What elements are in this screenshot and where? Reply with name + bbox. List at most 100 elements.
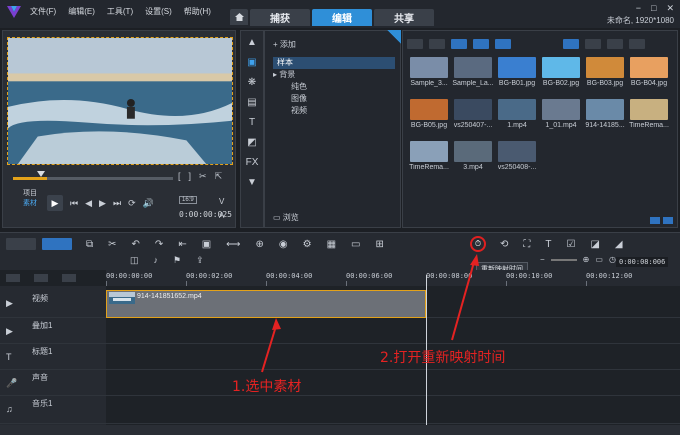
thumb-size-slider[interactable] <box>629 39 645 49</box>
maximize-icon[interactable]: □ <box>651 3 656 14</box>
transition-icon[interactable]: ❋ <box>248 77 256 88</box>
color-icon[interactable]: ◢ <box>615 239 623 250</box>
subtitle-icon[interactable]: ▭ <box>351 239 360 250</box>
library-expand-icon[interactable] <box>663 217 673 224</box>
home-frame-icon[interactable]: ⏮ <box>70 198 78 209</box>
check-icon[interactable]: ☑ <box>567 239 576 250</box>
record-screen-icon[interactable]: ▣ <box>202 239 211 250</box>
show-photo-icon[interactable] <box>473 39 489 49</box>
media-thumb[interactable]: 1_01.mp4 <box>539 99 583 129</box>
media-thumb[interactable]: Sample_La... <box>451 57 495 87</box>
prev-frame-icon[interactable]: ◀ <box>85 198 92 209</box>
mark-in-icon[interactable]: [ <box>178 171 181 182</box>
media-thumb[interactable]: 914-14185... <box>583 99 627 129</box>
list-view-icon[interactable] <box>563 39 579 49</box>
chapter-icon[interactable]: ⚑ <box>173 255 181 266</box>
scroll-up-icon[interactable]: ▲ <box>247 37 257 48</box>
time-remap-button[interactable]: ⏱ <box>470 236 486 252</box>
sort-icon[interactable] <box>607 39 623 49</box>
media-thumb[interactable]: vs250408-... <box>495 141 539 171</box>
folder-video[interactable]: 视频 <box>273 105 395 117</box>
folder-image[interactable]: 图像 <box>273 93 395 105</box>
record-icon[interactable] <box>429 39 445 49</box>
track-list-icon[interactable] <box>6 274 20 282</box>
media-thumb[interactable]: BG-B05.jpg <box>407 99 451 129</box>
preview-scrubber[interactable] <box>13 177 173 180</box>
video-toggle[interactable]: V <box>219 195 224 209</box>
media-thumb[interactable]: BG-B01.jpg <box>495 57 539 87</box>
audio-toggle[interactable]: A <box>219 209 224 223</box>
minimize-icon[interactable]: − <box>636 3 641 14</box>
tab-edit[interactable]: 编辑 <box>312 9 372 26</box>
aspect-ratio-badge[interactable]: 16:9 <box>179 196 197 204</box>
snap-icon[interactable]: ⟷ <box>226 239 240 250</box>
browse-button[interactable]: ▭ 浏览 <box>273 212 299 223</box>
timeline-ruler[interactable]: 00:00:00:00 00:00:02:00 00:00:04:00 00:00:0… <box>106 270 680 286</box>
show-video-icon[interactable] <box>451 39 467 49</box>
media-thumb[interactable]: TimeRema... <box>627 99 671 129</box>
tab-capture[interactable]: 捕获 <box>250 9 310 26</box>
loop-icon[interactable]: ⟲ <box>500 239 508 250</box>
menu-file[interactable]: 文件(F) <box>30 6 56 17</box>
menu-help[interactable]: 帮助(H) <box>184 6 211 17</box>
ripple-icon[interactable]: ⊕ <box>256 239 264 250</box>
media-thumb[interactable]: vs250407-... <box>451 99 495 129</box>
play-button[interactable]: ▶ <box>47 195 63 211</box>
scroll-down-icon[interactable]: ▼ <box>247 177 257 188</box>
folder-samples[interactable]: 样本 <box>273 57 395 69</box>
graphics-icon[interactable]: ◩ <box>247 137 256 148</box>
scrubber-handle[interactable] <box>37 171 45 177</box>
pin-icon[interactable] <box>387 30 401 44</box>
library-options-icon[interactable] <box>650 217 660 224</box>
copy-icon[interactable]: ⧉ <box>86 239 93 250</box>
timeline-scrollbar[interactable] <box>0 425 680 435</box>
effects-icon[interactable]: ▤ <box>247 97 256 108</box>
folder-background[interactable]: ▸ 背景 <box>273 69 395 81</box>
menu-settings[interactable]: 设置(S) <box>145 6 172 17</box>
media-thumb[interactable]: BG-B03.jpg <box>583 57 627 87</box>
split-screen-icon[interactable]: ⊞ <box>376 239 384 250</box>
repeat-icon[interactable]: ⟳ <box>128 198 136 209</box>
track-add-icon[interactable] <box>62 274 76 282</box>
end-frame-icon[interactable]: ⏭ <box>113 198 121 209</box>
menu-tools[interactable]: 工具(T) <box>107 6 133 17</box>
sound-mixer-icon[interactable]: ◫ <box>130 255 139 266</box>
timeline-view-button[interactable] <box>42 238 72 250</box>
volume-icon[interactable]: 🔊 <box>143 198 154 209</box>
thumb-view-icon[interactable] <box>585 39 601 49</box>
zoom-out-icon[interactable]: − <box>540 255 545 264</box>
clock-icon[interactable]: ◷ <box>609 255 616 264</box>
media-thumb[interactable]: 1.mp4 <box>495 99 539 129</box>
mark-out-icon[interactable]: ] <box>189 171 192 182</box>
mode-project[interactable]: 项目 <box>23 189 37 199</box>
fit-project-icon[interactable]: ▭ <box>595 255 603 264</box>
fit-icon[interactable]: ⇤ <box>178 239 186 250</box>
cut-icon[interactable]: ✂ <box>108 239 116 250</box>
tab-share[interactable]: 共享 <box>374 9 434 26</box>
title-icon[interactable]: T <box>249 117 255 128</box>
motion-icon[interactable]: ⚙ <box>303 239 312 250</box>
undo-icon[interactable]: ↶ <box>132 239 140 250</box>
storyboard-view-button[interactable] <box>6 238 36 250</box>
fx-icon[interactable]: FX <box>246 157 259 168</box>
add-folder-button[interactable]: + 添加 <box>273 39 296 50</box>
split-icon[interactable]: ✂ <box>199 171 207 182</box>
media-icon[interactable]: ▣ <box>247 57 256 68</box>
mode-clip[interactable]: 素材 <box>23 199 37 209</box>
show-audio-icon[interactable] <box>495 39 511 49</box>
zoom-in-icon[interactable]: ⊕ <box>583 255 590 264</box>
mask-icon[interactable]: ◪ <box>590 239 599 250</box>
import-icon[interactable] <box>407 39 423 49</box>
menu-edit[interactable]: 编辑(E) <box>68 6 95 17</box>
folder-solid[interactable]: 纯色 <box>273 81 395 93</box>
track-manager-icon[interactable]: ⇪ <box>196 255 204 266</box>
redo-icon[interactable]: ↷ <box>155 239 163 250</box>
track-toggle-icon[interactable] <box>34 274 48 282</box>
fullscreen-icon[interactable]: ⇱ <box>215 171 223 182</box>
preview-video[interactable] <box>7 37 233 165</box>
media-thumb[interactable]: BG-B04.jpg <box>627 57 671 87</box>
auto-music-icon[interactable]: ♪ <box>154 255 159 266</box>
video-clip[interactable]: 914-141851652.mp4 <box>106 290 426 318</box>
text-icon[interactable]: T <box>545 239 551 250</box>
media-thumb[interactable]: Sample_3... <box>407 57 451 87</box>
